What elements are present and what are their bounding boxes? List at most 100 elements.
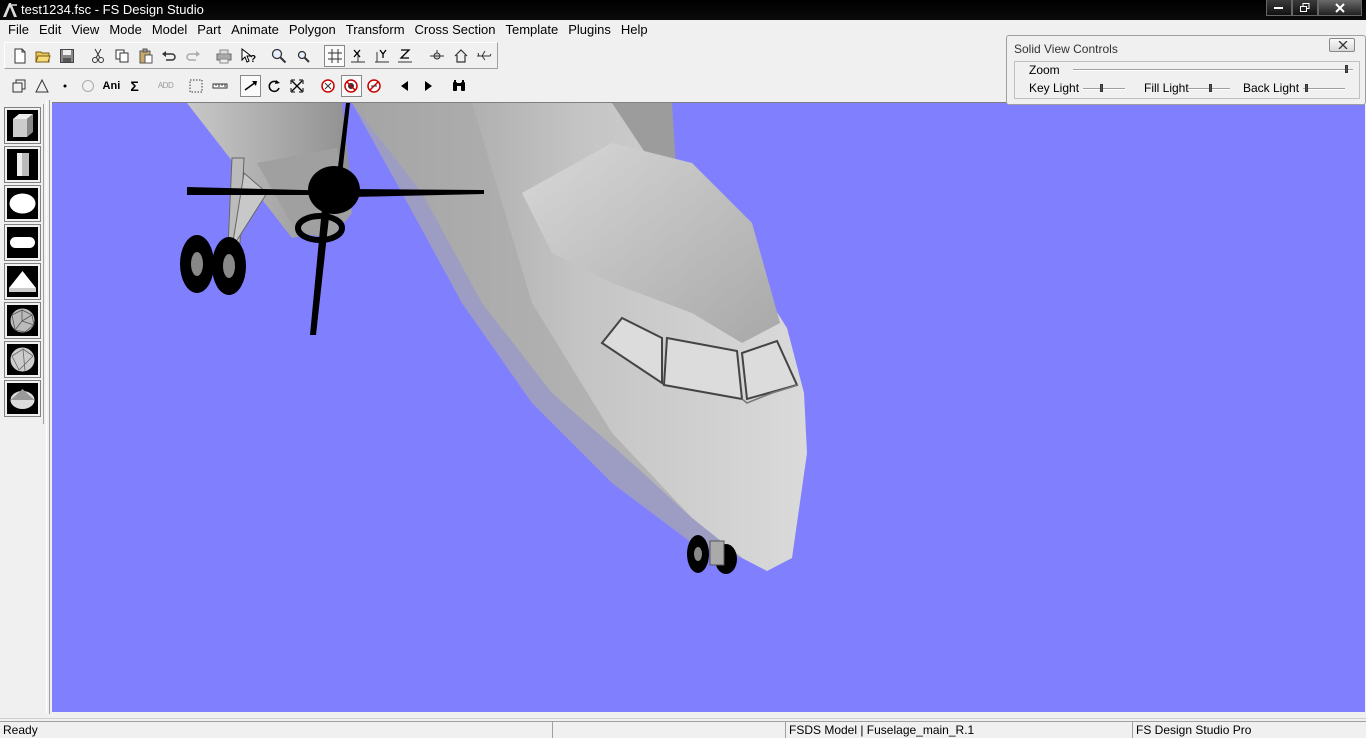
view-front-button[interactable]	[426, 45, 448, 67]
geosphere-icon	[10, 308, 35, 333]
zoom-in-button[interactable]	[269, 45, 291, 67]
panel-close-button[interactable]	[1329, 38, 1355, 52]
zoom-slider[interactable]	[1073, 69, 1353, 71]
next-button[interactable]	[418, 75, 439, 97]
status-product: FS Design Studio Pro	[1132, 721, 1366, 738]
menu-file[interactable]: File	[3, 20, 34, 40]
minimize-icon	[1274, 6, 1283, 9]
menu-cross-section[interactable]: Cross Section	[410, 20, 501, 40]
hide-texture-button[interactable]	[340, 74, 362, 97]
find-button[interactable]	[449, 75, 470, 97]
save-file-button[interactable]	[56, 45, 78, 67]
cut-button[interactable]	[88, 45, 110, 67]
paste-icon	[139, 48, 153, 63]
primitive-hemisphere-button[interactable]	[4, 380, 41, 417]
binoculars-icon	[453, 79, 466, 91]
menu-transform[interactable]: Transform	[341, 20, 410, 40]
select-vertex-button[interactable]	[54, 75, 75, 97]
close-window-button[interactable]	[1318, 0, 1362, 16]
scale-button[interactable]	[286, 75, 307, 97]
back-light-slider[interactable]	[1303, 88, 1345, 90]
status-model-info: FSDS Model | Fuselage_main_R.1	[785, 721, 1132, 738]
select-part-button[interactable]	[8, 75, 29, 97]
primitive-geosphere-button[interactable]	[4, 302, 41, 339]
restore-button[interactable]	[1292, 0, 1318, 16]
back-light-slider-thumb[interactable]	[1305, 84, 1309, 92]
key-light-slider[interactable]	[1083, 88, 1125, 90]
status-ready: Ready	[0, 721, 552, 738]
menu-part[interactable]: Part	[192, 20, 226, 40]
sum-button[interactable]: Σ	[124, 75, 145, 97]
key-light-slider-thumb[interactable]	[1099, 84, 1103, 92]
status-bar: Ready FSDS Model | Fuselage_main_R.1 FS …	[0, 718, 1366, 738]
grid-toggle-button[interactable]	[323, 44, 346, 67]
view-x-button[interactable]	[347, 45, 369, 67]
fill-light-slider-thumb[interactable]	[1209, 84, 1213, 92]
select-polygon-button[interactable]	[31, 75, 52, 97]
menu-polygon[interactable]: Polygon	[284, 20, 341, 40]
open-file-button[interactable]	[33, 45, 55, 67]
vertex-dot-icon	[63, 84, 67, 87]
view-z-button[interactable]	[395, 45, 417, 67]
redo-button[interactable]	[182, 45, 204, 67]
undo-button[interactable]	[159, 45, 181, 67]
primitive-sphere-smooth-button[interactable]	[4, 341, 41, 378]
key-light-label: Key Light	[1029, 81, 1080, 95]
part-select-icon	[12, 79, 26, 92]
primitive-cone-button[interactable]	[4, 263, 41, 300]
new-file-button[interactable]	[9, 45, 31, 67]
minimize-button[interactable]	[1266, 0, 1292, 16]
select-circle-button[interactable]	[78, 75, 99, 97]
triangle-icon	[34, 78, 49, 92]
menu-help[interactable]: Help	[616, 20, 653, 40]
3d-viewport[interactable]	[52, 102, 1365, 712]
arrow-left-icon	[401, 80, 409, 91]
plane-front-icon	[429, 49, 444, 59]
primitive-sphere-button[interactable]	[4, 185, 41, 222]
print-button[interactable]	[214, 45, 236, 67]
copy-button[interactable]	[111, 45, 133, 67]
view-y-button[interactable]	[371, 45, 393, 67]
primitive-box-button[interactable]	[4, 107, 41, 144]
zoom-slider-thumb[interactable]	[1345, 65, 1349, 73]
rotate-button[interactable]	[263, 75, 284, 97]
zoom-out-button[interactable]	[292, 45, 314, 67]
help-context-button[interactable]: ?	[237, 45, 259, 67]
menu-template[interactable]: Template	[500, 20, 563, 40]
view-home-button[interactable]	[450, 45, 472, 67]
primitive-capsule-button[interactable]	[4, 224, 41, 261]
status-empty-pane	[552, 721, 785, 738]
marquee-icon	[189, 79, 203, 92]
primitive-cylinder-button[interactable]	[4, 146, 41, 183]
menu-mode[interactable]: Mode	[104, 20, 147, 40]
menu-plugins[interactable]: Plugins	[563, 20, 616, 40]
zoom-label: Zoom	[1029, 63, 1060, 77]
plane-side-icon	[477, 50, 492, 60]
view-side-button[interactable]	[473, 45, 495, 67]
solid-view-controls-panel: Solid View Controls Zoom Key Light Fill …	[1006, 35, 1366, 105]
scissors-icon	[92, 48, 105, 63]
new-file-icon	[14, 48, 26, 63]
marquee-select-button[interactable]	[186, 75, 207, 97]
menu-model[interactable]: Model	[147, 20, 192, 40]
previous-button[interactable]	[395, 75, 416, 97]
menu-animate[interactable]: Animate	[226, 20, 284, 40]
paste-button[interactable]	[135, 45, 157, 67]
animation-button[interactable]: Ani	[101, 75, 122, 97]
menu-view[interactable]: View	[66, 20, 104, 40]
measure-button[interactable]	[209, 75, 230, 97]
add-button[interactable]: ADD	[155, 75, 176, 97]
menu-edit[interactable]: Edit	[34, 20, 66, 40]
move-arrow-icon	[244, 80, 257, 91]
magnifier-icon	[272, 48, 287, 63]
redo-icon	[186, 50, 200, 61]
no-item-icon	[367, 78, 382, 93]
circle-icon	[82, 79, 95, 92]
ruler-icon	[212, 83, 228, 88]
aircraft-model-render	[180, 103, 807, 574]
hide-other-button[interactable]	[364, 75, 385, 97]
panel-body: Zoom Key Light Fill Light Back Light	[1014, 61, 1360, 99]
hide-part-button[interactable]	[317, 75, 338, 97]
axis-y-icon	[374, 49, 389, 62]
move-button[interactable]	[239, 74, 262, 97]
